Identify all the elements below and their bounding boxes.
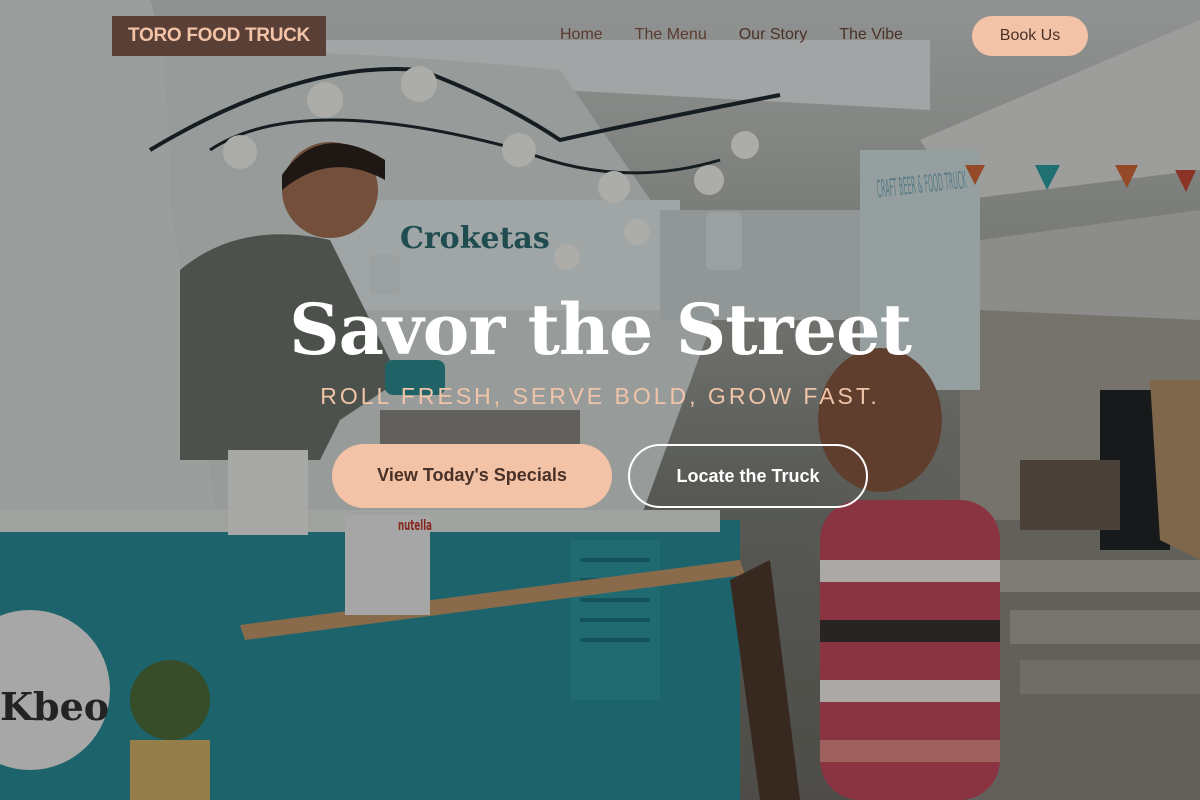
hero-section: CRAFT BEER & FOOD TRUCK Croketas Kbeo	[0, 0, 1200, 800]
brand-logo[interactable]: TORO FOOD TRUCK	[112, 16, 326, 56]
hero-tagline: ROLL FRESH, SERVE BOLD, GROW FAST.	[320, 383, 880, 409]
book-us-button[interactable]: Book Us	[972, 16, 1088, 56]
view-specials-button[interactable]: View Today's Specials	[332, 444, 612, 508]
nav-links: Home The Menu Our Story The Vibe	[560, 24, 935, 46]
hero-title: Savor the Street	[289, 288, 912, 371]
nav-link-menu[interactable]: The Menu	[635, 24, 707, 46]
nav-link-the-vibe[interactable]: The Vibe	[839, 24, 903, 46]
nav-link-our-story[interactable]: Our Story	[739, 24, 807, 46]
nav-link-home[interactable]: Home	[560, 24, 603, 46]
top-navigation: TORO FOOD TRUCK Home The Menu Our Story …	[0, 0, 1200, 72]
locate-truck-button[interactable]: Locate the Truck	[628, 444, 868, 508]
